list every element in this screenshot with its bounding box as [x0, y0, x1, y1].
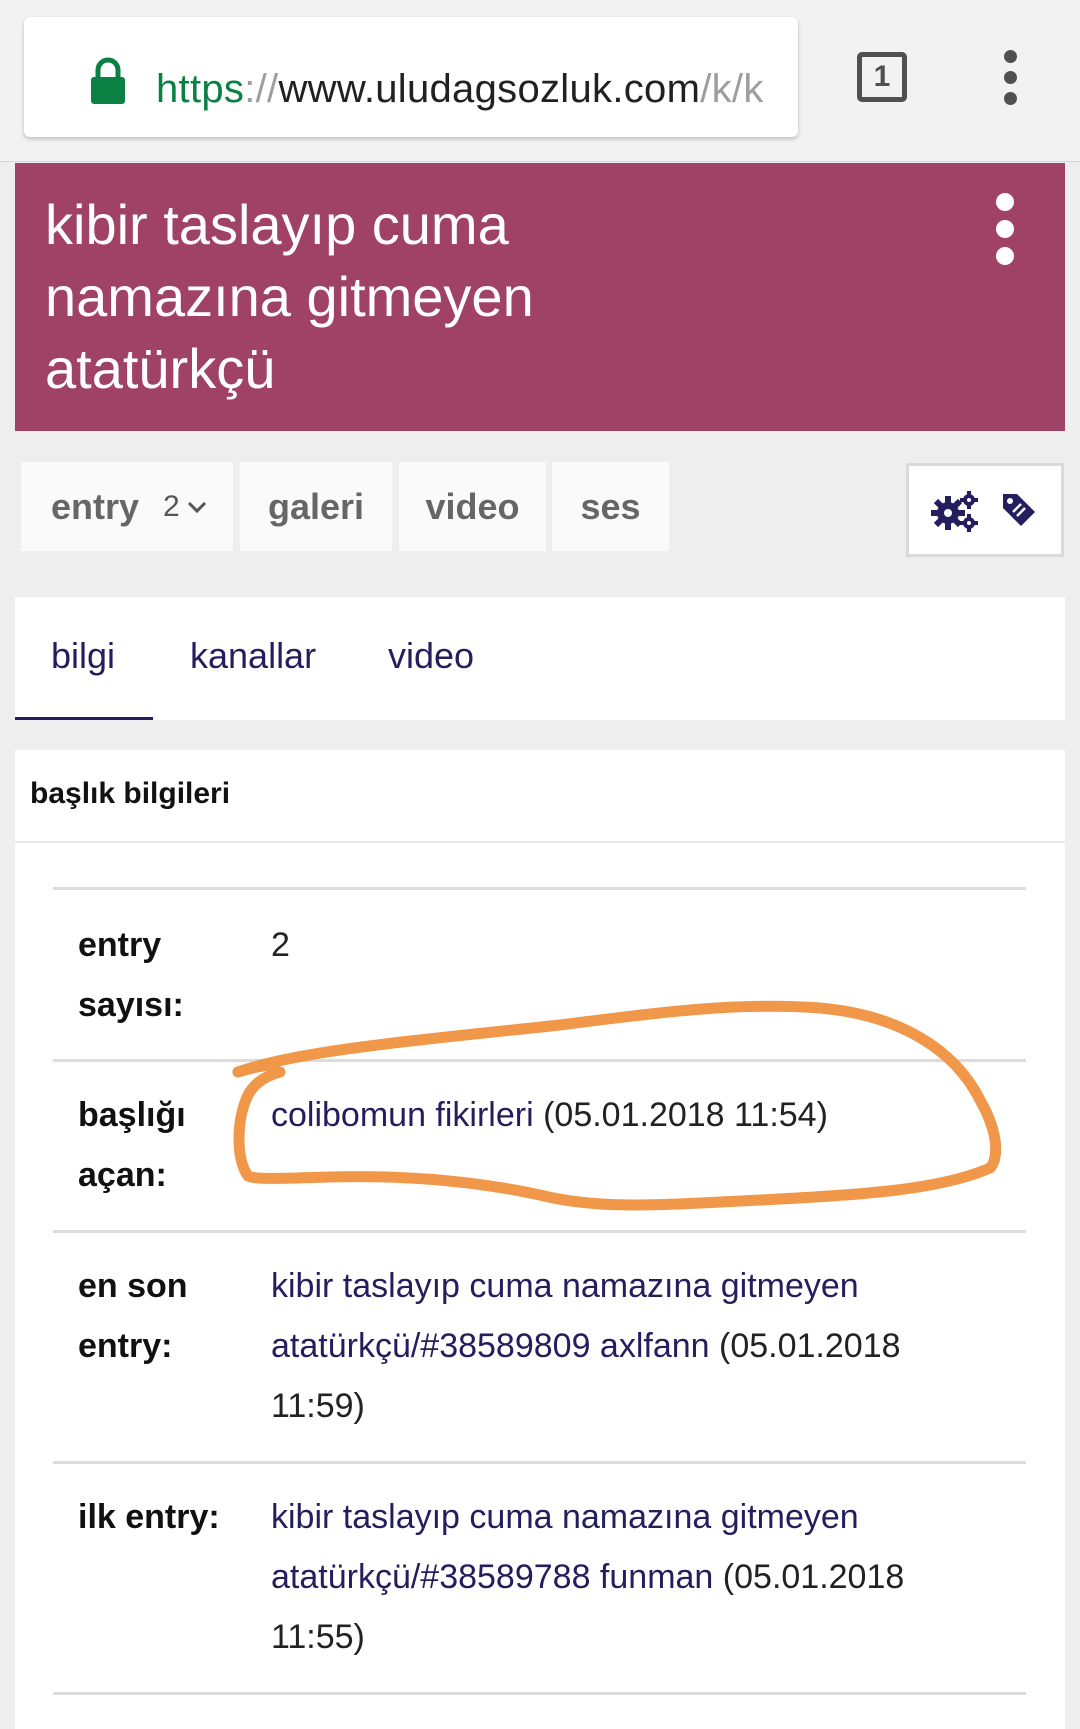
address-bar[interactable]: https://www.uludagsozluk.com/k/k [24, 17, 798, 137]
lock-icon [91, 57, 125, 104]
chevron-down-icon [187, 501, 206, 513]
url-text[interactable]: https://www.uludagsozluk.com/k/k [156, 69, 764, 109]
tab-video-sub[interactable]: video [388, 635, 474, 677]
url-scheme: https [156, 67, 245, 111]
first-entry-value: kibir taslayıp cuma namazına gitmeyen at… [271, 1487, 991, 1667]
entry-count-value: 2 [271, 926, 290, 964]
row-label-entry-count: entry sayısı: [78, 926, 184, 1024]
creator-value: colibomun fikirleri (05.01.2018 11:54) [271, 1085, 991, 1145]
info-card: başlık bilgileri entry sayısı: 2 başlığı… [15, 750, 1065, 1729]
card-title: başlık bilgileri [30, 777, 231, 810]
url-separator: :// [244, 67, 279, 111]
active-tab-indicator [15, 717, 153, 720]
url-path: /k/k [700, 67, 764, 111]
last-entry-value: kibir taslayıp cuma namazına gitmeyen at… [271, 1256, 991, 1436]
row-label-last-entry: en son entry: [78, 1267, 188, 1365]
row-divider [53, 1692, 1026, 1695]
tag-icon[interactable] [999, 490, 1039, 530]
url-host: www.uludagsozluk.com [278, 67, 701, 111]
topic-title: kibir taslayıp cuma namazına gitmeyen at… [45, 193, 534, 400]
tabs-icon[interactable]: 1 [857, 52, 907, 102]
gear-icon[interactable] [931, 490, 979, 532]
entry-count: 2 [163, 489, 180, 523]
tools-box [906, 463, 1064, 557]
tab-entry-label: entry [51, 485, 140, 527]
creator-date: (05.01.2018 11:54) [543, 1096, 828, 1134]
tab-video[interactable]: video [399, 462, 546, 551]
tab-entry[interactable]: entry 2 [21, 462, 233, 551]
row-divider [53, 1461, 1026, 1464]
row-divider [53, 887, 1026, 890]
card-divider [15, 841, 1065, 843]
topic-header: kibir taslayıp cuma namazına gitmeyen at… [15, 163, 1065, 431]
row-divider [53, 1230, 1026, 1233]
browser-toolbar: https://www.uludagsozluk.com/k/k 1 [0, 0, 1080, 162]
row-divider [53, 1059, 1026, 1062]
subtab-bar: bilgi kanallar video [15, 597, 1065, 720]
row-label-creator: başlığı açan: [78, 1096, 186, 1194]
tab-kanallar[interactable]: kanallar [190, 635, 316, 677]
tab-galeri[interactable]: galeri [240, 462, 392, 551]
tab-ses[interactable]: ses [552, 462, 669, 551]
creator-link[interactable]: colibomun fikirleri [271, 1096, 534, 1134]
row-label-first-entry: ilk entry: [78, 1498, 220, 1536]
overflow-menu-icon[interactable] [997, 50, 1023, 106]
more-options-icon[interactable] [995, 193, 1015, 265]
tab-bilgi[interactable]: bilgi [51, 635, 115, 677]
